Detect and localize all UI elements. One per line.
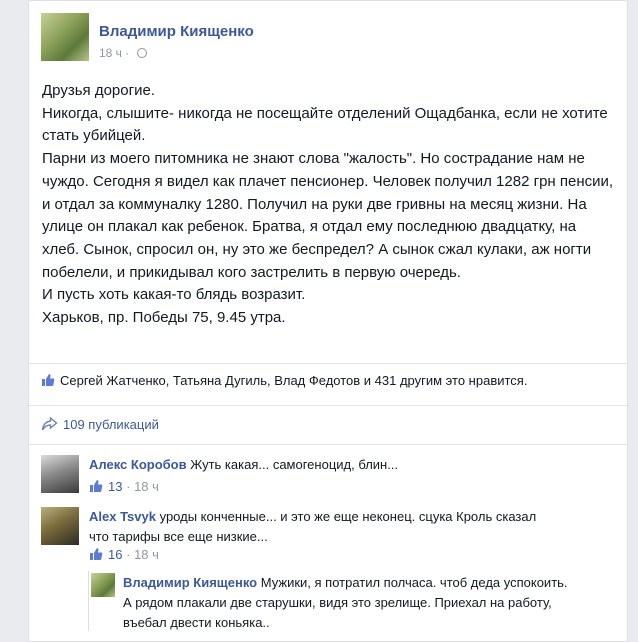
comment-text: Алекс Коробов Жуть какая... самогеноцид,… (89, 455, 398, 475)
commenter-name[interactable]: Алекс Коробов (89, 457, 187, 472)
author-name[interactable]: Владимир Киященко (99, 23, 254, 40)
divider (29, 444, 627, 445)
post-line: И пусть хоть какая-то блядь возразит. (42, 286, 306, 304)
share-arrow-icon (41, 417, 58, 431)
post-line: Никогда, слышите- никогда не посещайте о… (42, 104, 608, 145)
post-card: Владимир Киященко 18 ч · Друзья дорогие.… (28, 0, 628, 642)
meta-separator: · (125, 46, 130, 60)
comment-time[interactable]: 18 ч (134, 479, 159, 494)
globe-icon (136, 48, 147, 58)
commenter-avatar[interactable] (41, 507, 79, 545)
post-meta: 18 ч · (99, 46, 147, 60)
comment-meta: 16 · 18 ч (89, 547, 159, 562)
shares-count: 109 публикаций (63, 417, 159, 432)
comment: Алекс Коробов Жуть какая... самогеноцид,… (41, 455, 611, 497)
comment: Alex Tsvyk уроды конченные... и это же е… (41, 507, 611, 567)
comment-meta: 13 · 18 ч (89, 479, 159, 494)
meta-separator: · (126, 547, 131, 562)
comment-reply: Владимир Киященко Мужики, я потратил пол… (91, 573, 611, 633)
meta-separator: · (126, 479, 131, 494)
commenter-name[interactable]: Alex Tsvyk (89, 509, 156, 524)
comment-text: Alex Tsvyk уроды конченные... и это же е… (89, 507, 541, 547)
post-line: Парни из моего питомника не знают слова … (42, 150, 614, 281)
thumbs-up-icon[interactable] (89, 547, 103, 561)
commenter-avatar[interactable] (41, 455, 79, 493)
thumbs-up-icon (42, 374, 55, 386)
thumbs-up-icon[interactable] (89, 479, 103, 493)
post-line: Харьков, пр. Победы 75, 9.45 утра. (42, 309, 286, 327)
comment-body: уроды конченные... и это же еще неконец.… (89, 509, 537, 544)
post-text: Друзья дорогие. Никогда, слышите- никогд… (42, 80, 617, 330)
comment-text: Владимир Киященко Мужики, я потратил пол… (123, 573, 573, 633)
divider (29, 405, 627, 406)
divider (29, 363, 627, 364)
reply-thread-line (88, 571, 89, 631)
commenter-avatar[interactable] (91, 573, 115, 597)
comment-body: Жуть какая... самогеноцид, блин... (190, 457, 399, 472)
shares-link[interactable]: 109 публикаций (41, 417, 159, 432)
post-time[interactable]: 18 ч (99, 46, 122, 60)
comment-time[interactable]: 18 ч (134, 547, 159, 562)
commenter-name[interactable]: Владимир Киященко (123, 575, 257, 590)
post-line: Друзья дорогие. (42, 82, 155, 99)
comment-like-count[interactable]: 13 (108, 479, 122, 494)
likes-text: Сергей Жатченко, Татьяна Дугиль, Влад Фе… (60, 373, 528, 388)
author-avatar[interactable] (41, 13, 89, 61)
comment-like-count[interactable]: 16 (108, 547, 122, 562)
likes-summary[interactable]: Сергей Жатченко, Татьяна Дугиль, Влад Фе… (41, 373, 527, 388)
